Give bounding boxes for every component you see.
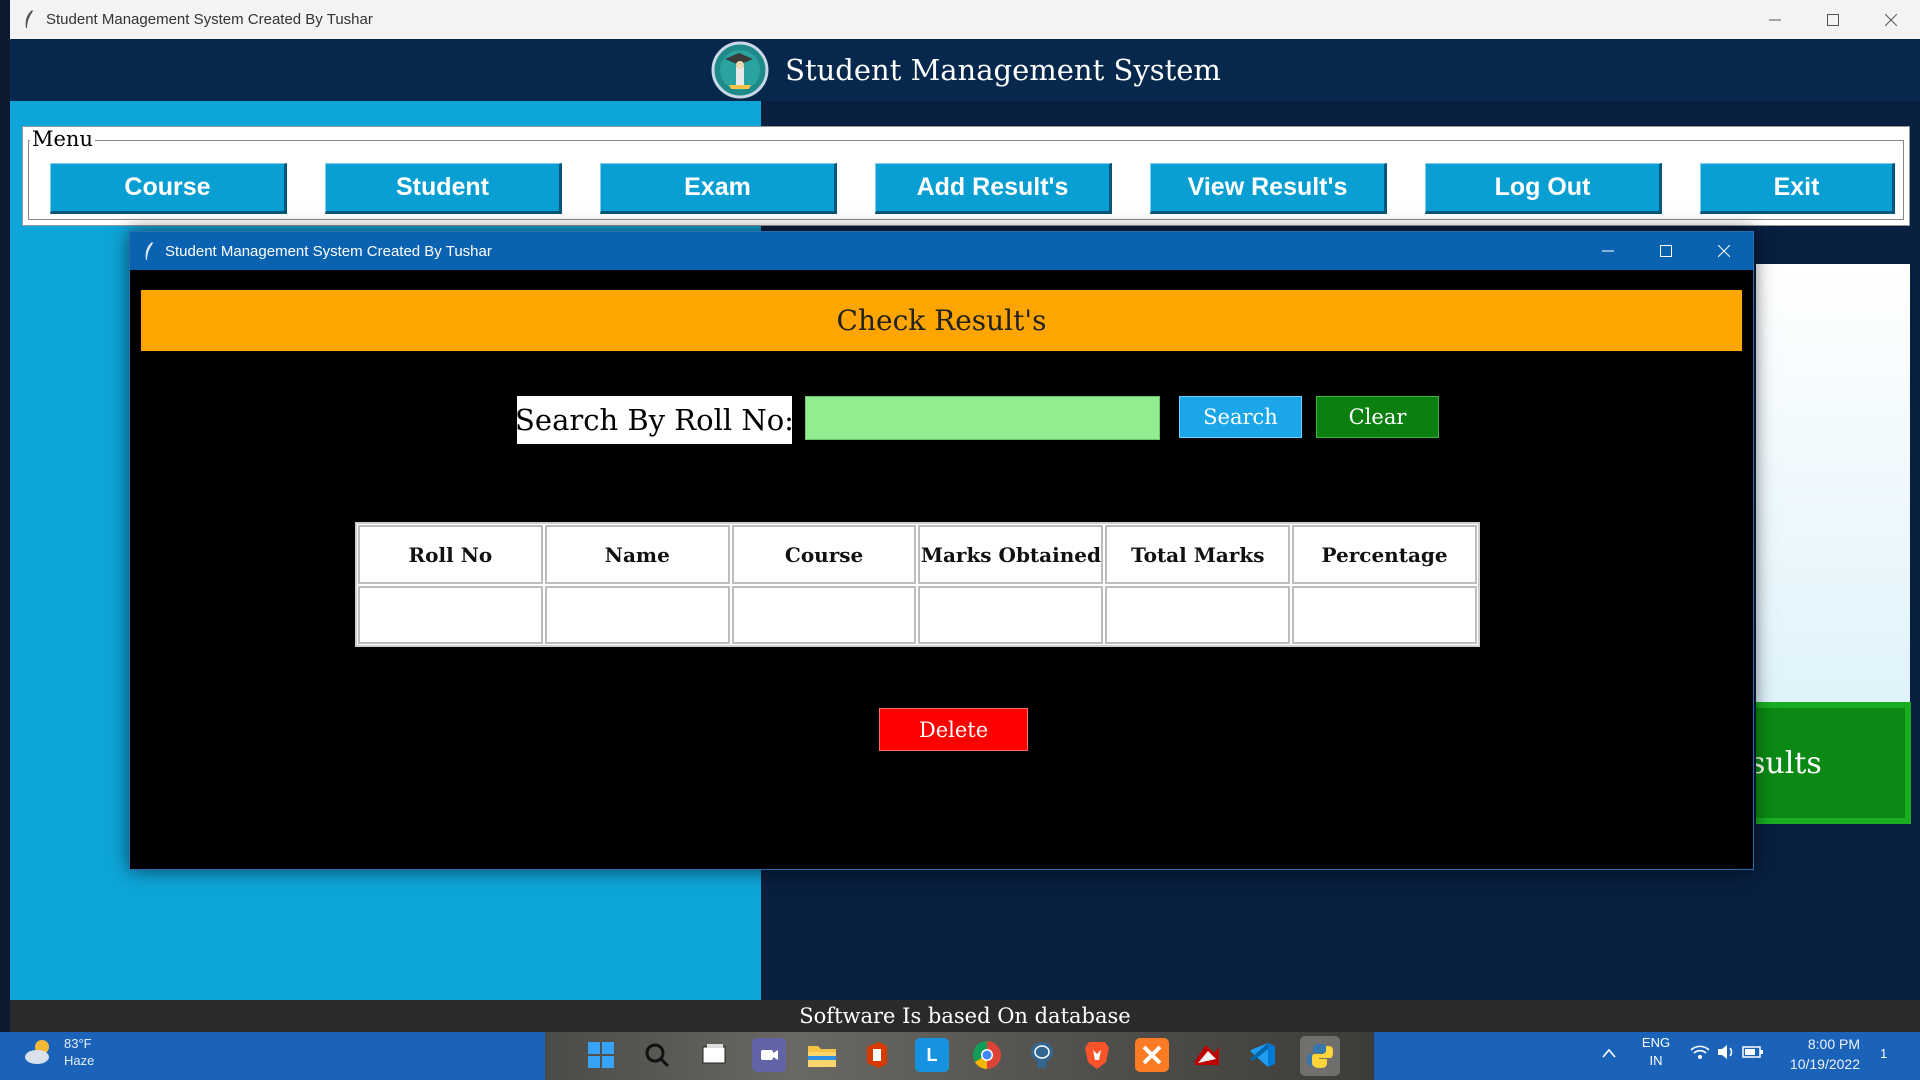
child-minimize-button[interactable]: [1579, 232, 1637, 270]
table-header-name[interactable]: Name: [544, 525, 730, 584]
clock-date: 10/19/2022: [1789, 1056, 1860, 1072]
app-title: Student Management System: [785, 53, 1221, 87]
weather-haze-icon: [25, 1040, 49, 1064]
background-results-label: sults: [1756, 745, 1822, 781]
footer-text: Software Is based On database: [799, 1004, 1131, 1028]
background-panel: [1756, 264, 1910, 702]
battery-icon[interactable]: [1742, 1046, 1764, 1058]
exit-button[interactable]: Exit: [1700, 163, 1895, 214]
chrome-icon[interactable]: [970, 1038, 1004, 1072]
weather-temp: 83°F: [64, 1036, 92, 1051]
language-code: ENG: [1641, 1035, 1671, 1050]
footer-bar: Software Is based On database: [10, 1000, 1920, 1032]
brave-icon[interactable]: [1080, 1038, 1114, 1072]
child-window-title: Student Management System Created By Tus…: [165, 242, 492, 260]
close-button[interactable]: [1862, 0, 1920, 39]
table-cell[interactable]: [918, 586, 1104, 644]
maximize-icon: [1660, 245, 1672, 257]
python-icon[interactable]: [1300, 1036, 1340, 1076]
teams-icon[interactable]: [752, 1038, 786, 1072]
delete-button[interactable]: Delete: [879, 708, 1028, 751]
clock[interactable]: 8:00 PM 10/19/2022: [1780, 1034, 1860, 1074]
table-cell[interactable]: [358, 586, 543, 644]
table-header-total-marks[interactable]: Total Marks: [1105, 525, 1291, 584]
child-close-button[interactable]: [1695, 232, 1753, 270]
main-window-titlebar: Student Management System Created By Tus…: [10, 0, 1920, 39]
chevron-up-icon[interactable]: [1602, 1048, 1616, 1058]
minimize-icon: [1602, 250, 1614, 252]
check-results-window: Student Management System Created By Tus…: [129, 231, 1754, 870]
office-icon[interactable]: [860, 1038, 894, 1072]
table-cell[interactable]: [1292, 586, 1477, 644]
filezilla-icon[interactable]: [1190, 1038, 1224, 1072]
xampp-icon[interactable]: [1135, 1038, 1169, 1072]
table-header-marks-obtained[interactable]: Marks Obtained: [918, 525, 1104, 584]
minimize-button[interactable]: [1746, 0, 1804, 39]
child-maximize-button[interactable]: [1637, 232, 1695, 270]
graduation-logo-icon: [711, 41, 769, 99]
volume-icon[interactable]: [1716, 1044, 1736, 1060]
child-window-titlebar: Student Management System Created By Tus…: [130, 232, 1753, 270]
main-window-title: Student Management System Created By Tus…: [46, 11, 373, 28]
menu-label: Menu: [30, 127, 95, 151]
weather-desc: Haze: [64, 1053, 95, 1068]
search-roll-label: Search By Roll No:: [515, 396, 794, 444]
exam-button[interactable]: Exam: [600, 163, 837, 214]
table-header-course[interactable]: Course: [731, 525, 917, 584]
region-code: IN: [1649, 1053, 1663, 1068]
table-header-percentage[interactable]: Percentage: [1292, 525, 1477, 584]
search-button[interactable]: Search: [1179, 396, 1302, 438]
feather-icon: [25, 10, 33, 28]
background-results-button[interactable]: sults: [1756, 702, 1911, 824]
maximize-icon: [1827, 13, 1839, 26]
task-view-icon[interactable]: [697, 1038, 731, 1072]
l-app-icon[interactable]: L: [915, 1038, 949, 1072]
minimize-icon: [1769, 19, 1781, 20]
feather-icon: [145, 242, 153, 260]
clock-time: 8:00 PM: [1807, 1036, 1860, 1052]
close-icon: [1885, 13, 1897, 26]
app-header: Student Management System: [10, 39, 1920, 101]
table-cell[interactable]: [1105, 586, 1291, 644]
search-icon[interactable]: [640, 1038, 674, 1072]
check-results-banner: Check Result's: [141, 290, 1742, 351]
student-button[interactable]: Student: [325, 163, 562, 214]
notification-badge[interactable]: 1: [1880, 1046, 1887, 1061]
windows-start-icon[interactable]: [584, 1038, 618, 1072]
view-results-button[interactable]: View Result's: [1150, 163, 1387, 214]
course-button[interactable]: Course: [50, 163, 287, 214]
table-cell[interactable]: [544, 586, 730, 644]
weather-widget[interactable]: 83°F Haze: [22, 1035, 94, 1069]
table-cell[interactable]: [731, 586, 917, 644]
logout-button[interactable]: Log Out: [1425, 163, 1662, 214]
results-table: Roll No Name Course Marks Obtained Total…: [355, 522, 1480, 647]
clear-button[interactable]: Clear: [1316, 396, 1439, 438]
roll-no-search-input[interactable]: [805, 396, 1160, 440]
close-icon: [1718, 245, 1730, 257]
maximize-button[interactable]: [1804, 0, 1862, 39]
postgres-icon[interactable]: [1025, 1038, 1059, 1072]
file-explorer-icon[interactable]: [805, 1038, 839, 1072]
vscode-icon[interactable]: [1245, 1038, 1279, 1072]
table-header-roll-no[interactable]: Roll No: [358, 525, 543, 584]
language-indicator[interactable]: ENG IN: [1636, 1034, 1676, 1070]
add-results-button[interactable]: Add Result's: [875, 163, 1112, 214]
wifi-icon[interactable]: [1690, 1044, 1710, 1060]
